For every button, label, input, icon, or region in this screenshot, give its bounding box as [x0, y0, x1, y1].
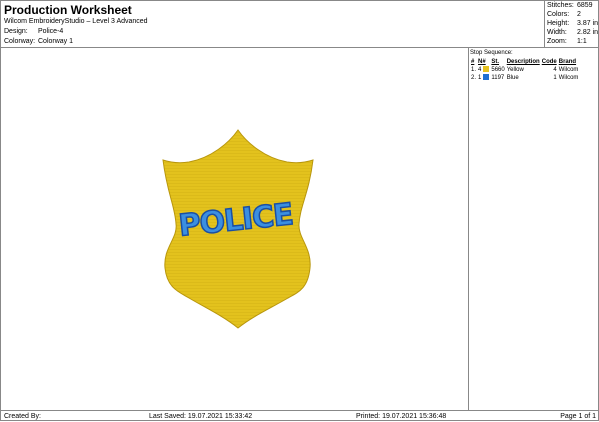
table-cell: Blue	[506, 75, 519, 81]
table-body: 1. 4 5660 Yellow 4 Wilcom 2. 1 1197 Blue 1 Wilcom	[470, 66, 579, 82]
table-cell: 1197	[491, 75, 505, 81]
column-header: Description	[506, 59, 540, 65]
stat-height: Height: 3.87 in	[547, 20, 599, 27]
swatch-cell	[482, 74, 490, 82]
column-header: Code	[541, 59, 557, 65]
table-cell: Wilcom	[558, 67, 579, 73]
worksheet: Production Worksheet Wilcom EmbroiderySt…	[0, 0, 599, 421]
column-header: #	[471, 59, 475, 65]
color-swatch	[483, 74, 490, 81]
colorway-value: Colorway 1	[38, 38, 74, 45]
design-preview: POLICE	[1, 48, 468, 410]
footer: Created By: Last Saved: 19.07.2021 15:33…	[1, 410, 599, 422]
color-swatch	[483, 66, 490, 73]
footer-page: Page 1 of 1	[560, 413, 596, 420]
stop-sequence-table: # N# St. Description Code Brand 1. 4 5660 Yellow…	[470, 58, 579, 82]
table-cell: Yellow	[506, 67, 524, 73]
police-badge-design: POLICE	[162, 129, 314, 329]
swatch-cell	[482, 66, 490, 74]
table-cell: 2.	[471, 75, 477, 81]
table-cell: 1.	[471, 67, 477, 73]
design-value: Police-4	[38, 28, 64, 35]
footer-last-saved: Last Saved: 19.07.2021 15:33:42	[149, 413, 253, 420]
design-row: Design: Police-4	[4, 27, 148, 37]
panel-divider	[468, 47, 469, 410]
colorway-label: Colorway:	[4, 38, 36, 45]
column-header: St.	[491, 59, 500, 65]
stop-sequence-title: Stop Sequence:	[470, 50, 513, 56]
design-label: Design:	[4, 28, 28, 35]
column-header: Brand	[558, 59, 577, 65]
table-cell: 5660	[491, 67, 505, 73]
table-header-row: # N# St. Description Code Brand	[470, 58, 579, 66]
stat-width: Width: 2.82 in	[547, 29, 599, 36]
stat-zoom: Zoom: 1:1	[547, 38, 587, 45]
table-cell: 4	[553, 67, 557, 73]
page-title: Production Worksheet	[4, 3, 132, 17]
table-cell: Wilcom	[558, 75, 579, 81]
table-cell: 1	[553, 75, 557, 81]
column-header: N#	[478, 59, 486, 65]
table-row: 2. 1 1197 Blue 1 Wilcom	[470, 74, 579, 82]
stats-box: Stitches: 6859 Colors: 2 Height: 3.87 in Wi…	[544, 1, 599, 48]
footer-printed: Printed: 19.07.2021 15:36:48	[356, 413, 447, 420]
footer-created-by: Created By:	[4, 413, 41, 420]
table-row: 1. 4 5660 Yellow 4 Wilcom	[470, 66, 579, 74]
stop-sequence-panel: Stop Sequence: # N# St. Description Code Bran…	[470, 49, 598, 82]
colorway-row: Colorway: Colorway 1	[4, 37, 148, 47]
stat-stitches: Stitches: 6859	[547, 2, 593, 9]
stat-colors: Colors: 2	[547, 11, 581, 18]
software-name: Wilcom EmbroideryStudio – Level 3 Advanc…	[4, 18, 148, 25]
header-info: Production Worksheet Wilcom EmbroiderySt…	[4, 3, 148, 47]
